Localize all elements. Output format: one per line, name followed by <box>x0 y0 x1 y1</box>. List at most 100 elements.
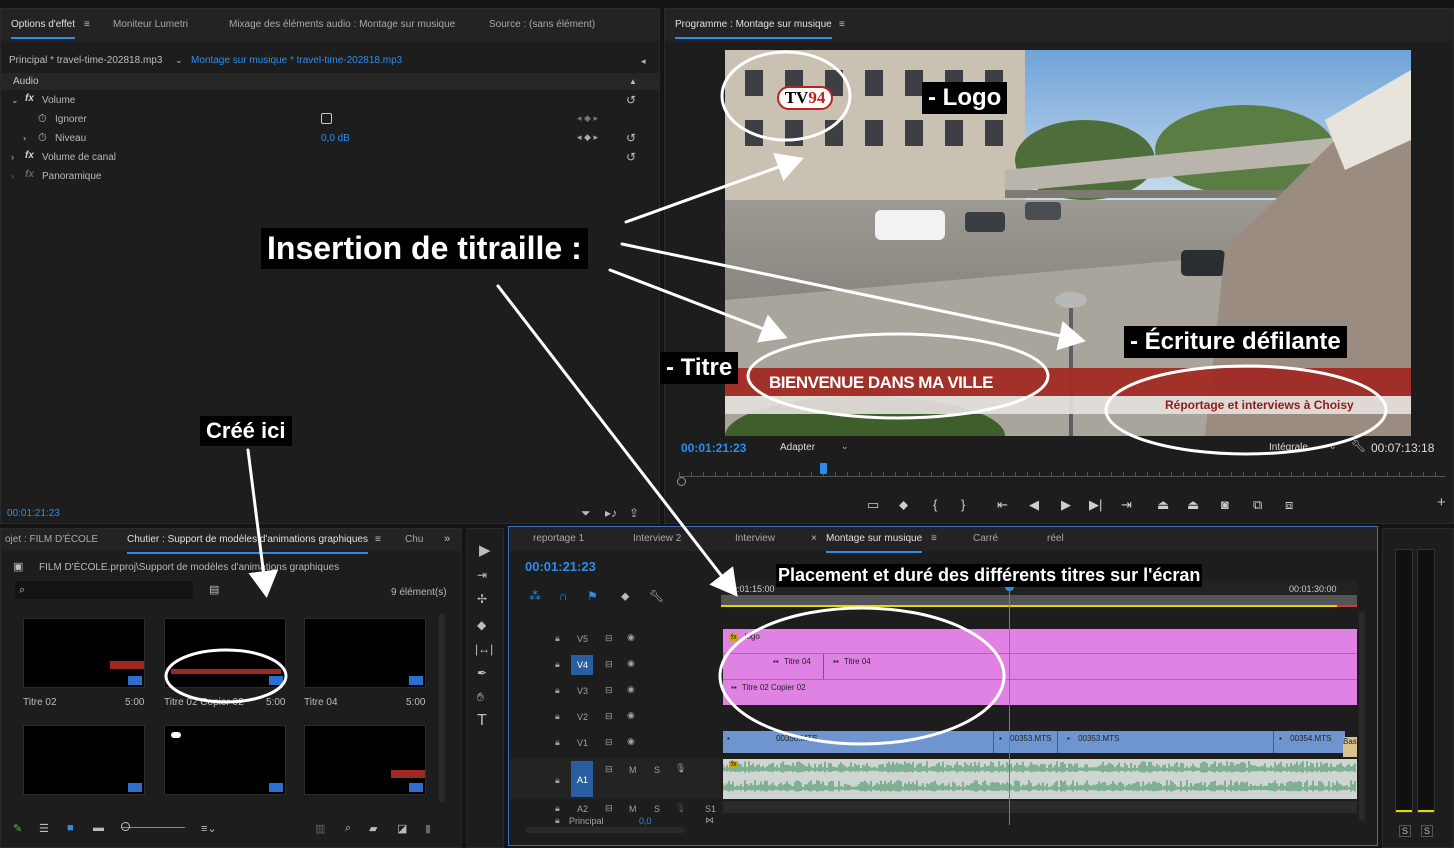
tab-sequence[interactable]: Interview 2 <box>633 533 681 544</box>
selection-tool-icon[interactable]: ▶ <box>479 543 491 558</box>
program-video-frame[interactable]: TV94 BIENVENUE DANS MA VILLE Réportage e… <box>725 50 1411 436</box>
expand-chevron-icon[interactable]: ⌄ <box>11 94 19 106</box>
find-icon[interactable]: ⌕ <box>345 822 351 835</box>
ignore-checkbox[interactable] <box>321 113 332 124</box>
chevron-down-icon[interactable]: ⌄ <box>1329 440 1337 452</box>
eye-icon[interactable]: ◉ <box>627 736 635 747</box>
hamburger-menu-icon[interactable]: ≡ <box>375 534 381 546</box>
eye-icon[interactable]: ◉ <box>627 710 635 721</box>
thumbnail-item-6[interactable] <box>304 725 426 795</box>
tab-sequence[interactable]: réel <box>1047 533 1064 544</box>
zoom-slider[interactable] <box>121 827 185 828</box>
solo-button[interactable]: S <box>654 804 660 814</box>
export-icon[interactable]: ⇪ <box>629 507 639 519</box>
target-clip-label[interactable]: Montage sur musique * travel-time-202818… <box>191 55 402 66</box>
wrench-icon[interactable]: 🔧︎ <box>1351 440 1366 452</box>
effect-row-channel-volume[interactable]: › fx Volume de canal ↺ <box>1 148 659 167</box>
project-scrollbar[interactable] <box>439 613 445 803</box>
stopwatch-icon[interactable]: ⏱ <box>38 113 47 125</box>
go-to-out-icon[interactable]: ⇥ <box>1121 497 1132 513</box>
expand-chevron-icon[interactable]: › <box>11 151 14 163</box>
stopwatch-icon[interactable]: ⏱ <box>38 132 47 144</box>
chevron-down-icon[interactable]: ⌄ <box>175 54 183 66</box>
linked-selection-icon[interactable]: ⚑ <box>587 589 598 603</box>
tab-bin[interactable]: Chutier : Support de modèles d'animation… <box>127 534 368 554</box>
hamburger-menu-icon[interactable]: ≡ <box>839 19 845 31</box>
filter-icon[interactable]: ⏷ <box>581 507 591 519</box>
effect-row-niveau[interactable]: › ⏱ Niveau 0,0 dB ◂ ◆ ▸ ↺ <box>1 129 659 148</box>
add-marker-icon[interactable]: ⬥ <box>621 589 629 604</box>
play-audio-icon[interactable]: ▸♪ <box>605 507 617 519</box>
tab-project[interactable]: ojet : FILM D'ÉCOLE <box>5 534 98 545</box>
timeline-playhead[interactable] <box>1009 581 1010 825</box>
program-playhead[interactable] <box>820 463 827 474</box>
microphone-icon[interactable]: 🎙︎ <box>675 803 686 814</box>
keyframe-nav-icon[interactable]: ◂ ◆ ▸ <box>577 113 598 124</box>
eye-icon[interactable]: ◉ <box>627 684 635 695</box>
timeline-settings-icon[interactable]: 🔧︎ <box>649 589 664 603</box>
lock-icon[interactable]: 🔒︎ <box>555 711 560 722</box>
sync-lock-icon[interactable]: ⊟ <box>605 803 613 814</box>
thumbnail-item-5[interactable] <box>164 725 286 795</box>
reset-icon[interactable]: ↺ <box>626 132 636 144</box>
reset-icon[interactable]: ↺ <box>626 94 636 106</box>
mute-button[interactable]: M <box>629 765 637 775</box>
lock-icon[interactable]: 🔒︎ <box>555 775 560 786</box>
trash-icon[interactable]: ▮ <box>425 822 431 835</box>
zoom-slider-handle[interactable] <box>121 822 130 831</box>
audio-clip-a2[interactable] <box>723 801 1357 813</box>
clip-mts-3[interactable]: ▪ 00353.MTS <box>1067 734 1119 754</box>
keyframe-nav-icon[interactable]: ◂ ◆ ▸ <box>577 132 598 143</box>
clip-logo[interactable]: fx logo <box>729 632 760 652</box>
thumbnail-titre04[interactable] <box>304 618 426 688</box>
chevron-down-icon[interactable]: ⌄ <box>841 440 849 452</box>
fit-dropdown[interactable]: Adapter <box>780 442 815 453</box>
pencil-icon[interactable]: ✎ <box>13 822 22 835</box>
clip-mts-1[interactable]: ▪ 00350.MTS <box>727 734 817 754</box>
compare-view-icon[interactable]: ⧉ <box>1253 497 1262 513</box>
reset-icon[interactable]: ↺ <box>626 151 636 163</box>
expand-chevron-icon[interactable]: › <box>11 170 14 182</box>
type-tool-icon[interactable]: T <box>477 713 487 729</box>
mark-out-icon[interactable]: } <box>961 497 965 512</box>
mark-in-icon[interactable]: { <box>933 497 937 512</box>
timeline-timecode[interactable]: 00:01:21:23 <box>525 559 596 574</box>
tab-source[interactable]: Source : (sans élément) <box>489 19 595 30</box>
quality-dropdown[interactable]: Intégrale <box>1269 442 1308 453</box>
hamburger-menu-icon[interactable]: ≡ <box>84 19 90 31</box>
pen-tool-icon[interactable]: ✒ <box>477 667 487 679</box>
lock-icon[interactable]: 🔒︎ <box>555 633 560 644</box>
safe-margins-icon[interactable]: ▭ <box>867 497 879 513</box>
tab-sequence[interactable]: Interview <box>735 533 775 544</box>
lock-icon[interactable]: 🔒︎ <box>555 737 560 748</box>
sync-lock-icon[interactable]: ⊟ <box>605 633 613 644</box>
automate-icon[interactable]: ▥ <box>315 822 325 835</box>
clip-titre04-a[interactable]: ▪▪ Titre 04 <box>773 657 811 677</box>
horizontal-scrollbar[interactable] <box>525 827 685 833</box>
vertical-scrollbar[interactable] <box>1359 611 1365 821</box>
new-bin-icon[interactable]: ▰ <box>369 822 377 835</box>
play-icon[interactable]: ▶︎ <box>1061 497 1071 513</box>
clip-titre04-b[interactable]: ▪▪ Titre 04 <box>833 657 871 677</box>
effect-row-panoramique[interactable]: › fx Panoramique <box>1 167 659 186</box>
nest-icon[interactable]: ⁂ <box>529 589 541 603</box>
program-monitor-title[interactable]: Programme : Montage sur musique <box>675 19 832 39</box>
zoom-scroll-handle[interactable] <box>677 477 686 486</box>
tab-more[interactable]: Chu <box>405 534 423 545</box>
new-item-icon[interactable]: ◪ <box>397 822 407 835</box>
hand-tool-icon[interactable]: ✋︎ <box>477 691 484 703</box>
lock-icon[interactable]: 🔒︎ <box>555 815 560 826</box>
master-value[interactable]: 0,0 <box>639 816 652 826</box>
clip-titre02-copie[interactable]: ▪▪ Titre 02 Copier 02 <box>731 683 806 703</box>
close-icon[interactable]: × <box>811 533 817 545</box>
expand-chevron-icon[interactable]: › <box>23 132 26 144</box>
snap-icon[interactable]: ∩ <box>559 589 568 603</box>
freeform-view-icon[interactable]: ▬ <box>93 822 104 834</box>
thumbnail-titre02[interactable] <box>23 618 145 688</box>
step-forward-icon[interactable]: ▶︎| <box>1089 497 1102 513</box>
effect-timecode[interactable]: 00:01:21:23 <box>7 508 60 519</box>
collapse-arrow-icon[interactable]: ◂ <box>641 55 646 67</box>
audio-clip-a1[interactable]: fx <box>723 759 1357 799</box>
microphone-icon[interactable]: 🎙︎ <box>675 763 686 774</box>
scroll-up-icon[interactable]: ▲ <box>629 76 637 88</box>
